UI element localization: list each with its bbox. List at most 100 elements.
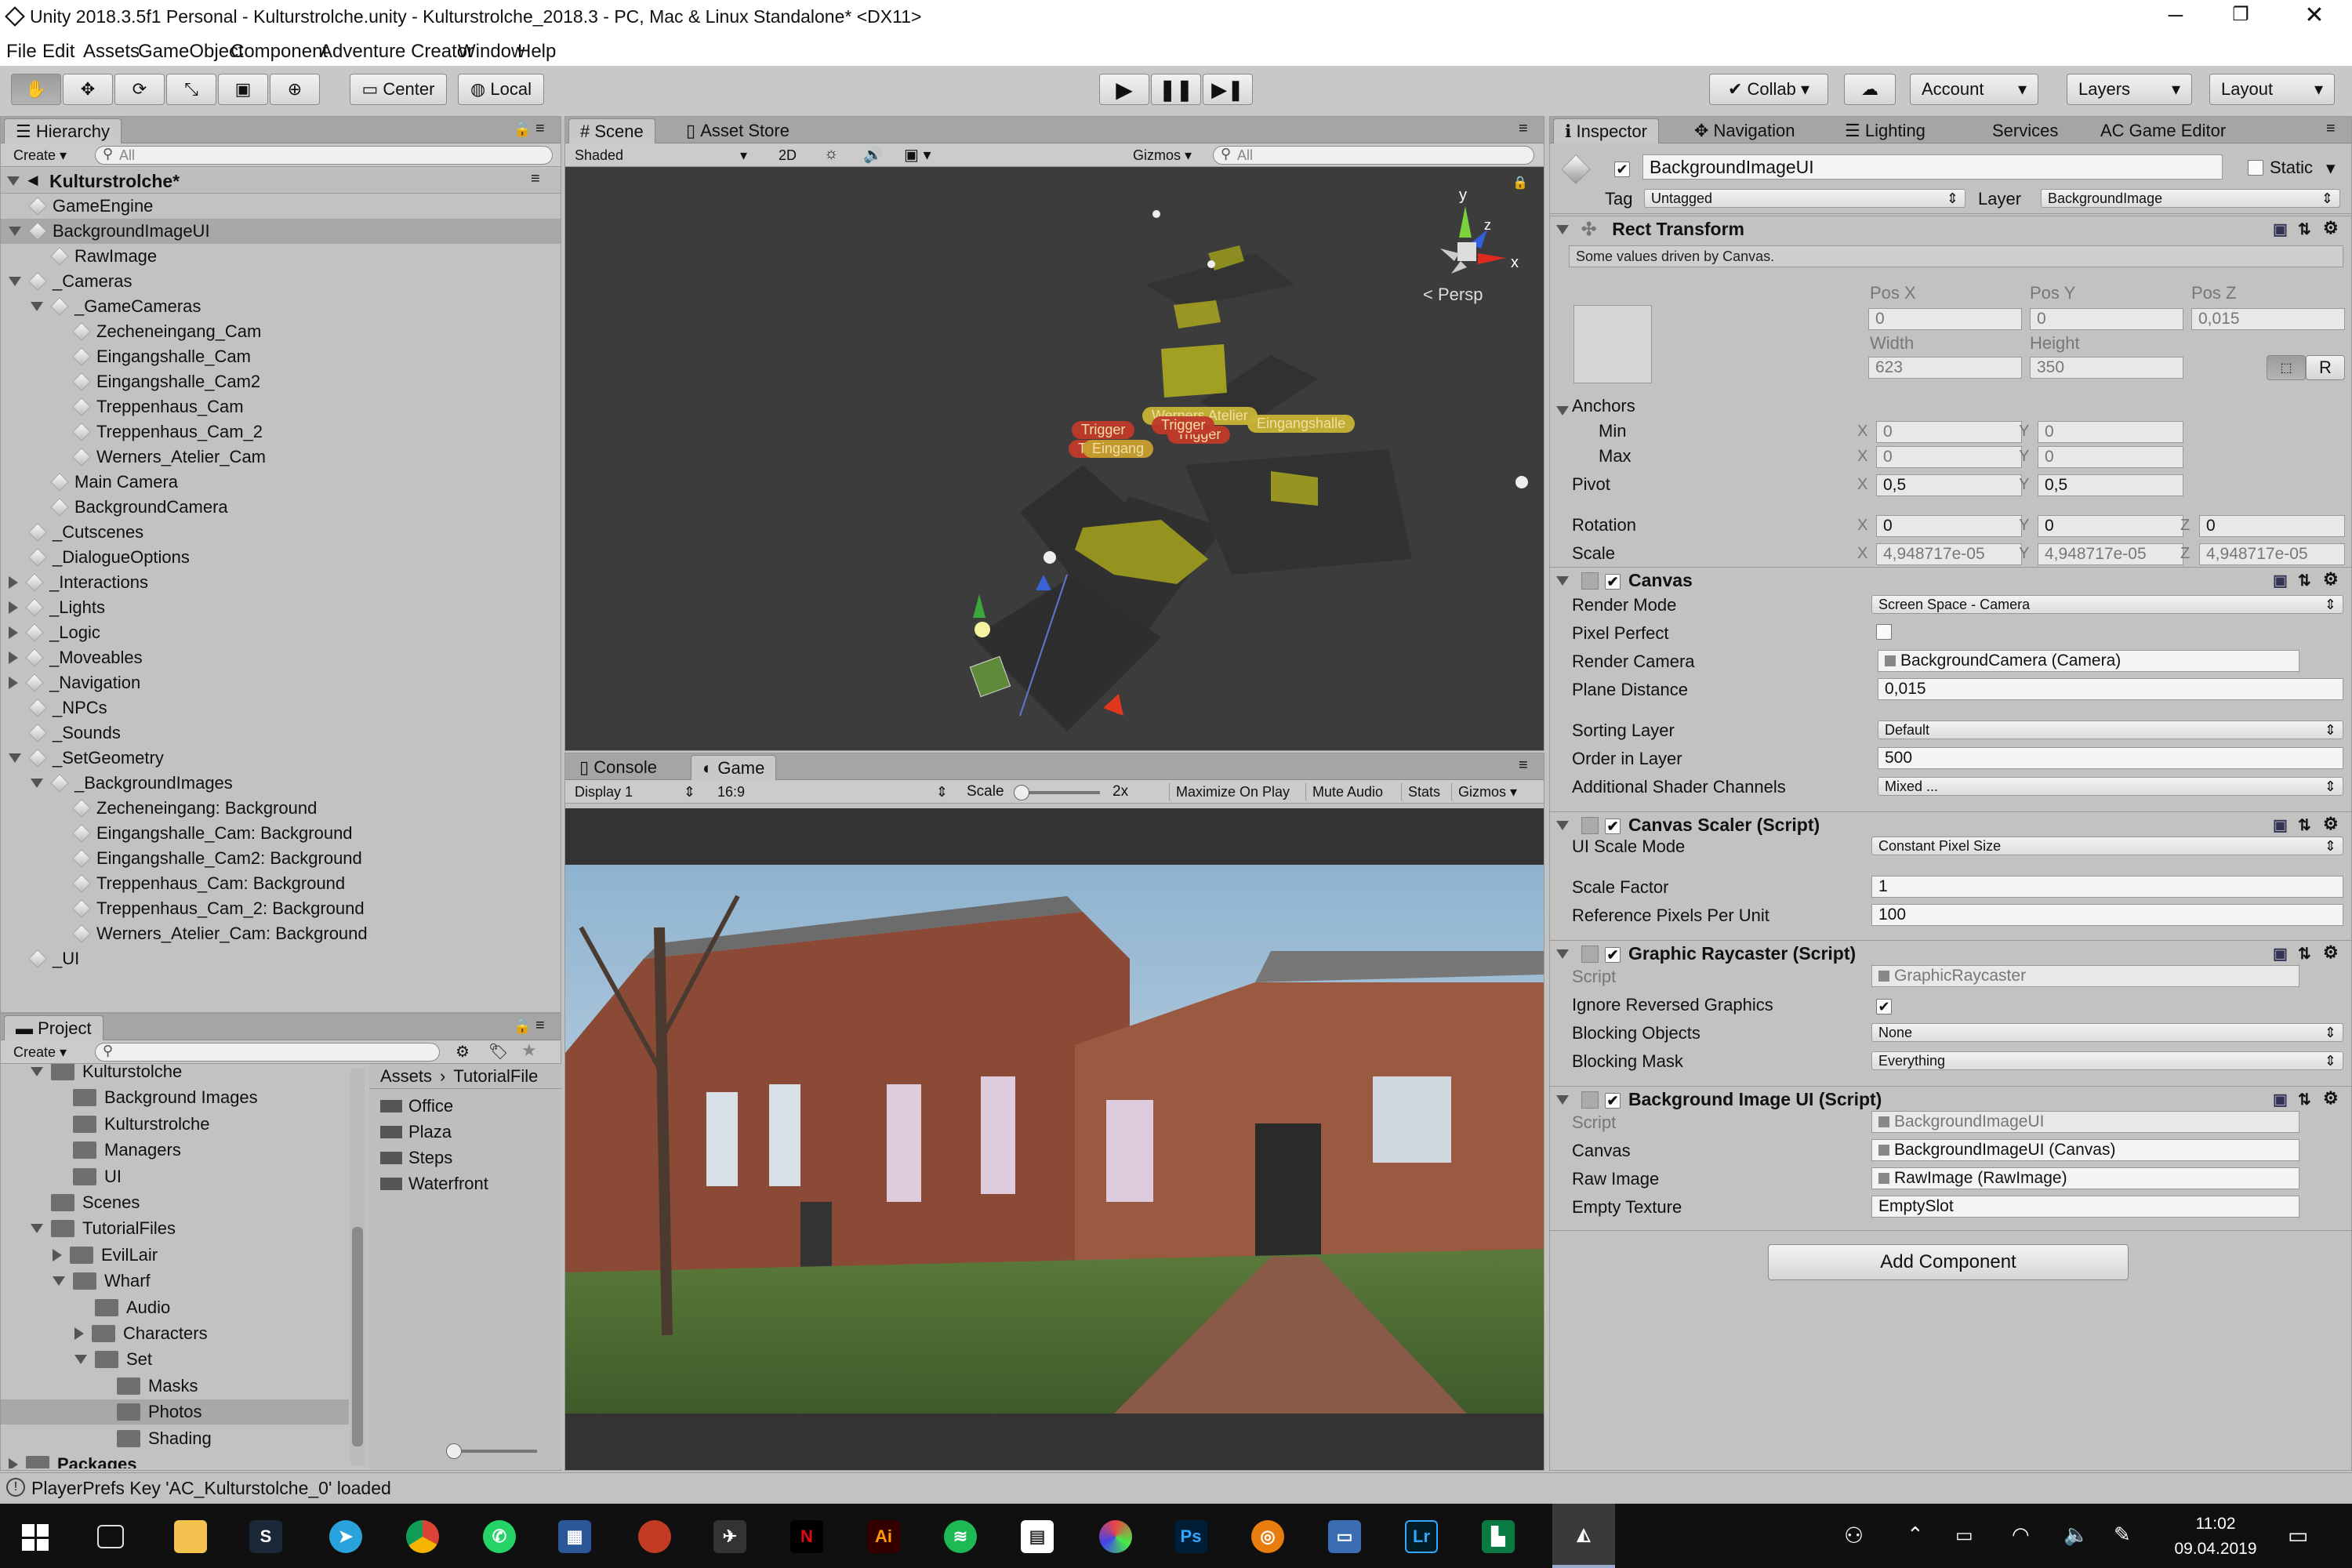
fold-closed-icon[interactable] (74, 1327, 84, 1340)
project-folder-item[interactable]: Shading (1, 1426, 349, 1451)
fold-open-icon[interactable] (31, 1067, 43, 1076)
hierarchy-item[interactable]: Werners_Atelier_Cam: Background (1, 921, 561, 946)
raw-edit-button[interactable]: R (2306, 355, 2345, 380)
pivot-local-button[interactable]: ◍ Local (458, 74, 544, 105)
scene-menu-icon[interactable]: ≡ (531, 170, 540, 188)
scene-root-row[interactable]: ◄ Kulturstrolche* ≡ (1, 169, 561, 194)
fold-open-icon[interactable] (31, 302, 43, 311)
lighting-toggle-icon[interactable]: ☼ (824, 145, 838, 163)
render-camera-field[interactable]: BackgroundCamera (Camera)◎ (1878, 650, 2299, 672)
preset-icon[interactable]: ⇅ (2298, 220, 2311, 239)
component-enabled-checkbox[interactable]: ✔ (1605, 943, 1621, 964)
preset-icon[interactable]: ⇅ (2298, 944, 2311, 964)
unity-taskbar-icon[interactable]: ◭ (1552, 1504, 1615, 1568)
game-viewport[interactable] (565, 808, 1544, 1470)
project-folder-item[interactable]: Wharf (1, 1269, 349, 1294)
scene-trigger-label[interactable]: Eingangshalle (1247, 415, 1356, 433)
fold-open-icon[interactable] (1556, 949, 1569, 959)
menu-window[interactable]: Window (458, 41, 524, 63)
hand-tool-button[interactable]: ✋ (11, 74, 61, 105)
menu-edit[interactable]: Edit (42, 41, 74, 63)
gizmo-y-axis[interactable] (1459, 206, 1472, 238)
gizmo-neg-axis[interactable] (1451, 261, 1467, 274)
hierarchy-item[interactable]: Treppenhaus_Cam: Background (1, 871, 561, 896)
favorite-icon[interactable]: ★ (521, 1040, 537, 1061)
tab-navigation[interactable]: ✥ Navigation (1683, 118, 1806, 143)
render-mode-dropdown[interactable]: Screen Space - Camera ⇕ (1871, 595, 2343, 614)
fold-closed-icon[interactable] (9, 1458, 18, 1468)
filter-label-icon[interactable]: 🏷 (488, 1042, 508, 1062)
menu-file[interactable]: File (6, 41, 37, 63)
panel-menu-icon[interactable]: ≡ (1519, 757, 1528, 775)
project-folder-item[interactable]: EvilLair (1, 1243, 349, 1268)
component-enabled-checkbox[interactable]: ✔ (1605, 1089, 1621, 1110)
component-enabled-checkbox[interactable]: ✔ (1605, 815, 1621, 836)
filter-type-icon[interactable]: ⚙ (456, 1042, 470, 1062)
gizmo-center-cube[interactable] (1457, 242, 1476, 261)
project-folder-item[interactable]: Audio (1, 1295, 349, 1320)
project-folder-item[interactable]: Packages (1, 1452, 349, 1468)
lock-icon[interactable]: 🔒 (514, 1018, 531, 1035)
hierarchy-item[interactable]: Treppenhaus_Cam_2: Background (1, 896, 561, 921)
project-folder-item[interactable]: Scenes (1, 1190, 349, 1215)
hierarchy-item[interactable]: BackgroundImageUI (1, 219, 561, 244)
photoshop-icon[interactable]: Ps (1174, 1520, 1207, 1553)
fold-open-icon[interactable] (74, 1355, 87, 1365)
play-button[interactable]: ▶ (1099, 74, 1149, 105)
step-button[interactable]: ▶❚ (1203, 74, 1253, 105)
hierarchy-item[interactable]: Eingangshalle_Cam2 (1, 369, 561, 394)
project-folder-item[interactable]: UI (1, 1164, 349, 1189)
menu-component[interactable]: Component (230, 41, 328, 63)
canvas-scaler-header[interactable]: ✔ Canvas Scaler (Script) ▣ ⇅ ⚙ (1550, 811, 2351, 838)
tab-asset-store[interactable]: ▯ Asset Store (675, 118, 800, 143)
tray-chevron-icon[interactable]: ⌃ (1907, 1523, 1924, 1547)
fold-open-icon[interactable] (31, 779, 43, 788)
scene-asset-item[interactable]: Office (380, 1094, 561, 1119)
pivot-x-field[interactable]: 0,5 (1876, 474, 2022, 496)
project-folder-item[interactable]: TutorialFiles (1, 1216, 349, 1241)
store-icon[interactable]: ▦ (558, 1520, 591, 1553)
hierarchy-item[interactable]: _DialogueOptions (1, 545, 561, 570)
tab-inspector[interactable]: ℹ Inspector (1553, 118, 1659, 143)
spotify-icon[interactable]: ≋ (944, 1520, 977, 1553)
bgui-canvas-field[interactable]: BackgroundImageUI (Canvas)◎ (1871, 1139, 2299, 1161)
project-folder-item[interactable]: Kulturstolche (1, 1064, 349, 1084)
task-view-icon[interactable] (97, 1525, 124, 1548)
project-tree-scrollbar[interactable] (350, 1069, 365, 1465)
fold-open-icon[interactable] (1556, 406, 1569, 416)
lightroom-icon[interactable]: Lr (1405, 1520, 1438, 1553)
stats-toggle[interactable]: Stats (1401, 782, 1448, 801)
help-icon[interactable]: ▣ (2273, 815, 2288, 835)
netflix-icon[interactable]: N (790, 1520, 823, 1553)
fold-open-icon[interactable] (1556, 224, 1569, 234)
hierarchy-item[interactable]: Zecheneingang: Background (1, 796, 561, 821)
document-icon[interactable]: ▤ (1021, 1520, 1054, 1553)
color-picker-icon[interactable] (1099, 1520, 1132, 1553)
volume-icon[interactable]: 🔈 (2063, 1523, 2089, 1547)
transform-tool-button[interactable]: ⊕ (270, 74, 320, 105)
project-folder-item[interactable]: Photos (1, 1399, 349, 1425)
mute-audio-toggle[interactable]: Mute Audio (1305, 782, 1398, 801)
telegram-icon[interactable]: ➤ (329, 1520, 362, 1553)
slider-handle[interactable] (1014, 785, 1029, 800)
scene-trigger-label[interactable]: Trigger (1152, 416, 1215, 434)
layer-dropdown[interactable]: BackgroundImage ⇕ (2041, 189, 2340, 208)
hierarchy-item[interactable]: _Sounds (1, 720, 561, 746)
fold-open-icon[interactable] (53, 1276, 65, 1287)
app-icon[interactable]: ▙ (1482, 1520, 1515, 1553)
project-search-input[interactable] (95, 1043, 440, 1062)
effects-toggle-icon[interactable]: ▣ ▾ (904, 145, 931, 165)
panel-menu-icon[interactable]: ≡ (535, 1017, 545, 1035)
gizmo-neg-axis[interactable] (1440, 249, 1459, 261)
lock-icon[interactable]: 🔒 (514, 122, 531, 138)
component-enabled-checkbox[interactable]: ✔ (1605, 570, 1621, 591)
gear-icon[interactable]: ⚙ (2323, 942, 2339, 963)
fold-closed-icon[interactable] (9, 652, 18, 664)
menu-gameobject[interactable]: GameObject (138, 41, 244, 63)
hierarchy-item[interactable]: _Logic (1, 620, 561, 645)
active-checkbox[interactable]: ✔ (1614, 158, 1630, 179)
project-folder-item[interactable]: Characters (1, 1321, 349, 1346)
move-tool-button[interactable]: ✥ (63, 74, 113, 105)
layout-dropdown[interactable]: Layout ▾ (2209, 74, 2335, 105)
status-message[interactable]: PlayerPrefs Key 'AC_Kulturstolche_0' loa… (31, 1478, 391, 1499)
